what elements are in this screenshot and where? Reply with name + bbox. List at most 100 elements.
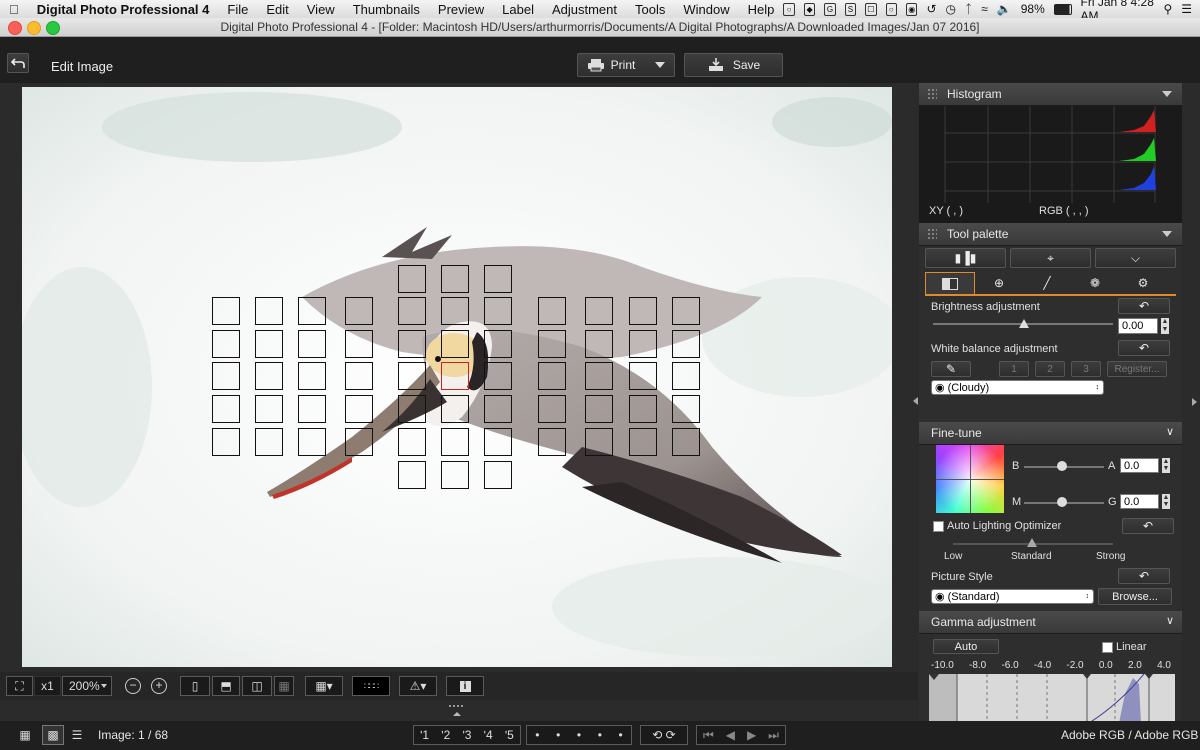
status-icon-6[interactable]: ○ [885, 2, 897, 16]
collapse-chevron-icon[interactable]: ∨ [1166, 614, 1174, 627]
picture-style-reset-button[interactable]: ↶ [1118, 568, 1170, 584]
compare-view-button[interactable]: ▦ [274, 676, 294, 696]
zoom-window-button[interactable] [46, 21, 60, 35]
panel-toggle-right[interactable] [1191, 396, 1198, 406]
image-preview[interactable] [22, 87, 892, 667]
color-grid[interactable] [936, 445, 1004, 513]
menu-app-name[interactable]: Digital Photo Professional 4 [28, 2, 219, 17]
tab-basic[interactable] [925, 272, 975, 294]
previous-image-icon[interactable]: ◀ [726, 728, 735, 742]
g-stepper[interactable]: ▲ ▼ [1162, 494, 1170, 509]
rotate-view-button[interactable]: ▯ [180, 676, 210, 696]
spotlight-icon[interactable]: ⚲ [1163, 2, 1172, 16]
menu-preview[interactable]: Preview [429, 2, 493, 17]
status-icon-7[interactable]: ◉ [906, 2, 918, 16]
tab-tone-curve[interactable]: ╱ [1023, 272, 1071, 293]
brightness-reset-button[interactable]: ↶ [1118, 298, 1170, 314]
stamp-button[interactable]: ⌵ [1095, 248, 1176, 268]
rating-2[interactable]: ʹ2 [441, 728, 450, 742]
menu-adjustment[interactable]: Adjustment [543, 2, 626, 17]
fine-tune-header[interactable]: Fine-tune ∨ [919, 422, 1182, 445]
menu-help[interactable]: Help [739, 2, 784, 17]
label-dot-1[interactable]: • [535, 728, 539, 742]
last-image-icon[interactable]: ⏭ [768, 728, 779, 743]
label-dot-5[interactable]: • [618, 728, 622, 742]
white-balance-select[interactable]: ◉ (Cloudy) ↕ [931, 380, 1104, 395]
zoom-out-button[interactable]: − [122, 676, 144, 696]
rating-4[interactable]: ʹ4 [484, 728, 493, 742]
wb-register-3[interactable]: 3 [1071, 361, 1101, 377]
tool-palette-header[interactable]: Tool palette [919, 223, 1182, 246]
zoom-x1-button[interactable]: x1 [34, 676, 61, 696]
highlight-warning-button[interactable]: ⚠▾ [399, 676, 437, 696]
alo-slider-knob[interactable] [1027, 538, 1037, 547]
rating-5[interactable]: ʹ5 [505, 728, 514, 742]
wb-register-button[interactable]: Register... [1107, 361, 1167, 377]
menu-edit[interactable]: Edit [257, 2, 297, 17]
tab-detail[interactable]: ⊕ [975, 272, 1023, 293]
gamma-graph[interactable] [929, 673, 1175, 723]
bluetooth-icon[interactable]: ᛏ [965, 2, 972, 16]
collapse-chevron-icon[interactable]: ∨ [1166, 425, 1174, 438]
white-balance-reset-button[interactable]: ↶ [1118, 340, 1170, 356]
rotate-right-icon[interactable]: ⟳ [666, 728, 676, 742]
notifications-icon[interactable]: ☰ [1181, 2, 1192, 16]
status-icon-1[interactable]: ○ [783, 2, 795, 16]
picture-style-select[interactable]: ◉ (Standard) ↕ [931, 589, 1094, 604]
fine-tune-g-field[interactable]: 0.0 [1120, 494, 1159, 509]
clock-icon[interactable]: ◷ [946, 2, 956, 16]
zoom-level-select[interactable]: 200% [62, 676, 112, 696]
wb-register-1[interactable]: 1 [999, 361, 1029, 377]
af-point-button[interactable]: ∷∷∷ [352, 676, 390, 696]
gamma-header[interactable]: Gamma adjustment ∨ [919, 611, 1182, 634]
compare-button[interactable]: ▮▐▮ [925, 248, 1006, 268]
brightness-slider-knob[interactable] [1019, 319, 1029, 328]
menu-label[interactable]: Label [493, 2, 543, 17]
apple-icon[interactable]:  [0, 2, 28, 17]
mg-slider-knob[interactable] [1057, 497, 1067, 507]
label-dot-4[interactable]: • [598, 728, 602, 742]
battery-percent[interactable]: 98% [1021, 2, 1045, 16]
label-dot-2[interactable]: • [556, 728, 560, 742]
menu-tools[interactable]: Tools [626, 2, 674, 17]
expand-thumbnails-icon[interactable] [448, 703, 466, 717]
gamma-auto-button[interactable]: Auto [933, 639, 999, 654]
info-button[interactable]: i [446, 676, 484, 696]
grip-icon[interactable] [927, 88, 937, 100]
a-stepper[interactable]: ▲ ▼ [1162, 458, 1170, 473]
crop-button[interactable]: ⌖ [1010, 248, 1091, 268]
rating-3[interactable]: ʹ3 [462, 728, 471, 742]
split-vertical-button[interactable]: ◫ [242, 676, 272, 696]
panel-toggle-left[interactable] [912, 392, 918, 410]
rotate-left-icon[interactable]: ⟲ [652, 728, 662, 742]
grid-overlay-button[interactable]: ▦▾ [305, 676, 343, 696]
battery-icon[interactable] [1053, 3, 1072, 15]
status-icon-4[interactable]: S [844, 2, 857, 16]
fit-screen-button[interactable]: ⛶ [6, 676, 33, 696]
brightness-stepper[interactable]: ▲ ▼ [1161, 318, 1169, 334]
grip-icon[interactable] [927, 228, 937, 240]
auto-lighting-optimizer-checkbox[interactable] [933, 521, 944, 532]
menu-thumbnails[interactable]: Thumbnails [344, 2, 429, 17]
edit-view-button[interactable]: ▩ [42, 725, 64, 745]
minimize-window-button[interactable] [27, 21, 41, 35]
volume-icon[interactable]: 🔈 [997, 2, 1012, 16]
wb-register-2[interactable]: 2 [1035, 361, 1065, 377]
wifi-icon[interactable]: ≈ [981, 2, 988, 16]
print-button[interactable]: Print [577, 53, 675, 77]
next-image-icon[interactable]: ▶ [747, 728, 756, 742]
back-button[interactable] [7, 53, 29, 73]
fine-tune-a-field[interactable]: 0.0 [1120, 458, 1159, 473]
time-machine-icon[interactable]: ↺ [926, 2, 936, 16]
label-dot-3[interactable]: • [577, 728, 581, 742]
menu-window[interactable]: Window [674, 2, 738, 17]
split-horizontal-button[interactable]: ⬒ [212, 676, 240, 696]
browse-button[interactable]: Browse... [1098, 588, 1172, 605]
status-icon-2[interactable]: ◆ [803, 2, 816, 16]
ba-slider-knob[interactable] [1057, 461, 1067, 471]
close-window-button[interactable] [8, 21, 22, 35]
tab-color[interactable]: ❁ [1071, 272, 1119, 293]
status-icon-3[interactable]: G [824, 2, 836, 16]
save-button[interactable]: Save [684, 53, 783, 77]
collapse-triangle-icon[interactable] [1162, 231, 1172, 237]
